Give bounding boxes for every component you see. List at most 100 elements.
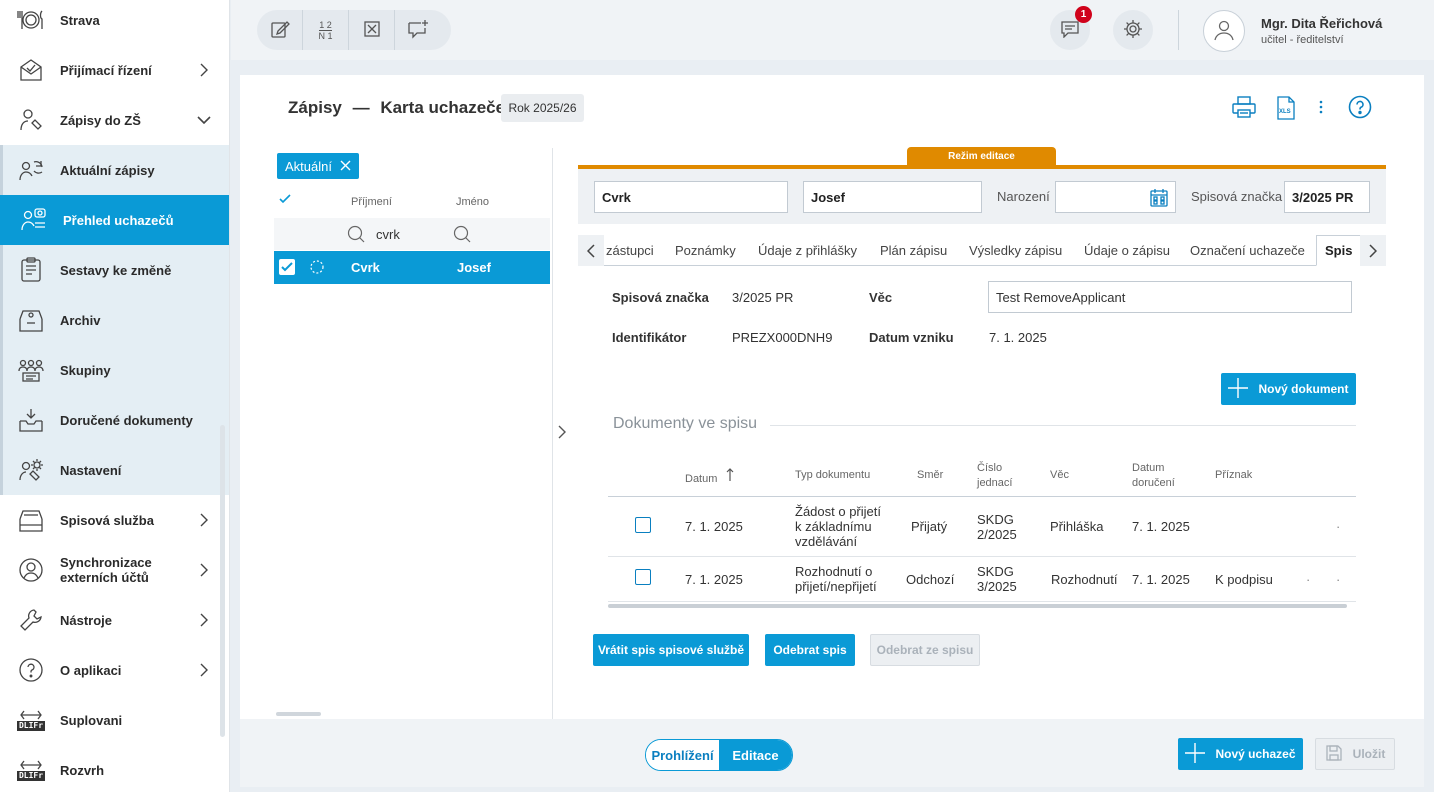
column-header-direction[interactable]: Směr [917, 468, 943, 483]
sidebar-item-label: Sestavy ke změně [60, 262, 172, 278]
save-button[interactable]: Uložit [1315, 738, 1395, 770]
surname-field[interactable]: Cvrk [594, 181, 788, 213]
row-number-line2: 3/2025 [977, 579, 1017, 594]
help-button[interactable] [1347, 95, 1373, 121]
sidebar-item-nastaveni[interactable]: Nastavení [0, 445, 229, 495]
row-menu-dot[interactable]: · [1306, 572, 1310, 587]
year-chip[interactable]: Rok 2025/26 [501, 94, 584, 122]
avatar[interactable] [1203, 10, 1245, 52]
edit-mode-button[interactable]: Editace [719, 740, 792, 770]
check-icon [279, 194, 291, 207]
numbering-top: 1 2 [319, 19, 332, 31]
sidebar-item-archiv[interactable]: Archiv [0, 295, 229, 345]
sidebar-item-dorucene-dokumenty[interactable]: Doručené dokumenty [0, 395, 229, 445]
list-scrollbar[interactable] [276, 712, 321, 716]
list-item[interactable]: Cvrk Josef [274, 251, 550, 284]
more-button[interactable] [1308, 95, 1334, 121]
column-header-name[interactable]: Jméno [456, 196, 489, 208]
report-icon [16, 255, 46, 285]
column-header-subject[interactable]: Věc [1050, 468, 1069, 483]
tab-udaje-z-prihlasky[interactable]: Údaje z přihlášky [758, 235, 857, 266]
calendar-icon[interactable] [1150, 189, 1168, 210]
birth-label: Narození [997, 189, 1050, 204]
close-box-button[interactable] [349, 10, 395, 50]
settings-button[interactable] [1113, 10, 1153, 50]
tab-oznaceni-uchazece[interactable]: Označení uchazeče [1190, 235, 1305, 266]
numbering-button[interactable]: 1 2 N 1 [303, 10, 349, 50]
search-icon[interactable] [453, 225, 471, 246]
table-scrollbar[interactable] [608, 604, 1347, 608]
table-row-divider [608, 556, 1356, 557]
sidebar-item-prehled-uchazecu[interactable]: Přehled uchazečů [0, 195, 229, 245]
sidebar-item-label: O aplikaci [60, 662, 122, 678]
sidebar-item-spisova-sluzba[interactable]: Spisová služba [0, 495, 229, 545]
row-checkbox[interactable] [635, 569, 651, 585]
export-xls-button[interactable]: XLS [1273, 95, 1299, 121]
row-menu-dot[interactable]: · [1336, 519, 1340, 534]
divider [1178, 10, 1179, 50]
tabs-scroll-left-button[interactable] [578, 235, 604, 266]
column-header-surname[interactable]: Příjmení [351, 196, 392, 208]
print-button[interactable] [1231, 95, 1257, 121]
new-applicant-button[interactable]: Nový uchazeč [1178, 738, 1303, 770]
sidebar-item-skupiny[interactable]: Skupiny [0, 345, 229, 395]
chevron-right-icon [194, 513, 214, 527]
sidebar-item-nastroje[interactable]: Nástroje [0, 595, 229, 645]
row-type-line2: přijetí/nepřijetí [795, 579, 877, 594]
remove-from-file-button[interactable]: Odebrat ze spisu [870, 634, 980, 666]
sidebar-scrollbar[interactable] [220, 425, 225, 737]
plus-icon [1185, 742, 1206, 766]
sidebar-item-strava[interactable]: Strava [0, 0, 229, 45]
surname-search-input[interactable]: cvrk [376, 227, 400, 242]
wrench-icon [16, 605, 46, 635]
remove-file-button[interactable]: Odebrat spis [765, 634, 855, 666]
more-vertical-icon [1318, 99, 1324, 118]
tab-poznamky[interactable]: Poznámky [675, 235, 736, 266]
spis-subject-field[interactable]: Test RemoveApplicant [988, 281, 1352, 313]
user-name[interactable]: Mgr. Dita Řeřichová [1261, 16, 1382, 31]
select-all-check[interactable] [279, 194, 291, 207]
sidebar-item-prijimaci-rizeni[interactable]: Přijímací řízení [0, 45, 229, 95]
column-header-date[interactable]: Datum [685, 468, 734, 487]
tab-vysledky-zapisu[interactable]: Výsledky zápisu [969, 235, 1062, 266]
sidebar-item-suplovani[interactable]: DLIFr Suplovani [0, 695, 229, 745]
sidebar-item-synchronizace[interactable]: Synchronizace externích účtů [0, 545, 229, 595]
add-comment-icon [407, 19, 429, 42]
tab-zastupci[interactable]: zástupci [606, 235, 654, 266]
row-menu-dot[interactable]: · [1336, 572, 1340, 587]
row-checkbox[interactable] [635, 517, 651, 533]
sidebar-item-sestavy[interactable]: Sestavy ke změně [0, 245, 229, 295]
add-comment-button[interactable] [395, 10, 441, 50]
name-field[interactable]: Josef [803, 181, 982, 213]
row-direction: Přijatý [911, 519, 948, 534]
return-file-button[interactable]: Vrátit spis spisové službě [593, 634, 749, 666]
tabs-scroll-right-button[interactable] [1360, 235, 1386, 266]
column-header-flag[interactable]: Příznak [1215, 468, 1252, 483]
expand-panel-button[interactable] [554, 425, 570, 441]
sidebar-item-zapisy-do-zs[interactable]: Zápisy do ZŠ [0, 95, 229, 145]
enrollment-icon [16, 105, 46, 135]
title-dash: — [352, 98, 370, 117]
toolbar: 1 2 N 1 [257, 10, 451, 50]
row-checkbox[interactable] [279, 259, 295, 275]
tab-udaje-o-zapisu[interactable]: Údaje o zápisu [1084, 235, 1170, 266]
tab-spis[interactable]: Spis [1316, 235, 1362, 266]
messages-button[interactable]: 1 [1050, 6, 1092, 50]
sidebar-item-rozvrh[interactable]: DLIFr Rozvrh [0, 745, 229, 792]
edit-button[interactable] [257, 10, 303, 50]
sidebar-item-o-aplikaci[interactable]: O aplikaci [0, 645, 229, 695]
column-header-delivery[interactable]: Datum doručení [1132, 461, 1175, 491]
close-icon[interactable] [340, 159, 351, 174]
column-header-date-label: Datum [685, 473, 718, 485]
dlifr-icon: DLIFr [16, 705, 46, 735]
column-header-type[interactable]: Typ dokumentu [795, 468, 870, 483]
sidebar-item-aktualni-zapisy[interactable]: Aktuální zápisy [0, 145, 229, 195]
filter-chip-aktualni[interactable]: Aktuální [277, 153, 359, 179]
row-date: 7. 1. 2025 [685, 519, 743, 534]
column-header-number[interactable]: Číslo jednací [977, 461, 1012, 491]
new-document-button[interactable]: Nový dokument [1221, 373, 1356, 405]
file-number-field[interactable]: 3/2025 PR [1284, 181, 1370, 213]
view-mode-button[interactable]: Prohlížení [646, 740, 719, 770]
tab-plan-zapisu[interactable]: Plán zápisu [880, 235, 947, 266]
sidebar-item-label: Rozvrh [60, 762, 105, 778]
